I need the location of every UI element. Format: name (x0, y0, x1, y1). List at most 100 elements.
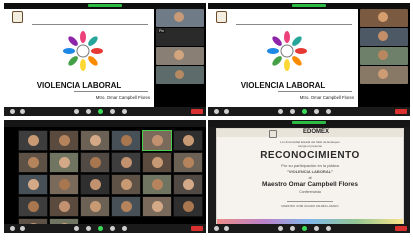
zoom-window-slide-1: VIOLENCIA LABORAL Mtro. Omar Campbell Fl… (4, 3, 206, 116)
participant-tile[interactable] (173, 130, 203, 151)
record-icon[interactable] (110, 226, 115, 231)
participant-face (378, 69, 388, 79)
participant-tile[interactable] (142, 130, 172, 151)
participant-face (183, 157, 194, 168)
mute-icon[interactable] (10, 226, 15, 231)
rosette-petal (68, 56, 78, 66)
participant-video[interactable] (360, 9, 408, 27)
chat-icon[interactable] (86, 109, 91, 114)
zoom-top-bar (208, 120, 410, 127)
rosette-petal (292, 36, 302, 46)
participant-tile[interactable] (173, 174, 203, 195)
slide-divider (236, 24, 352, 25)
record-icon[interactable] (110, 109, 115, 114)
rosette-ring (76, 44, 90, 58)
participant-face (28, 201, 39, 212)
participant-tile[interactable] (173, 196, 203, 217)
participant-tile[interactable] (18, 174, 48, 195)
certificate-to: al (308, 175, 312, 180)
participant-face (378, 50, 388, 60)
participant-tile[interactable] (18, 152, 48, 173)
reactions-icon[interactable] (326, 226, 331, 231)
shared-slide: VIOLENCIA LABORAL Mtro. Omar Campbell Fl… (208, 9, 358, 107)
record-icon[interactable] (314, 226, 319, 231)
rosette-petal (80, 31, 86, 43)
zoom-toolbar (4, 107, 206, 116)
chat-icon[interactable] (86, 226, 91, 231)
rosette-petal (267, 48, 279, 54)
participant-tile[interactable] (142, 152, 172, 173)
chat-icon[interactable] (290, 226, 295, 231)
participant-video[interactable] (360, 47, 408, 65)
mute-icon[interactable] (214, 109, 219, 114)
reactions-icon[interactable] (122, 109, 127, 114)
video-icon[interactable] (224, 109, 229, 114)
participant-face (121, 135, 132, 146)
participant-face (152, 201, 163, 212)
certificate-header-line-2: otorga el presente (297, 144, 323, 148)
participant-face (174, 50, 184, 60)
participant-tile[interactable] (111, 130, 141, 151)
end-button[interactable] (191, 109, 203, 114)
participant-tile[interactable] (49, 130, 79, 151)
participant-tile[interactable] (80, 174, 110, 195)
participant-face (90, 201, 101, 212)
participant-video[interactable] (360, 28, 408, 46)
participant-video[interactable] (156, 66, 204, 84)
participant-tile[interactable] (49, 196, 79, 217)
share-screen-icon[interactable] (98, 226, 103, 231)
share-screen-icon[interactable] (98, 109, 103, 114)
participant-face (152, 157, 163, 168)
state-seal-icon (216, 11, 227, 23)
participant-tile[interactable] (111, 174, 141, 195)
participant-face (28, 135, 39, 146)
video-icon[interactable] (20, 109, 25, 114)
end-button[interactable] (395, 226, 407, 231)
participant-tile[interactable] (80, 152, 110, 173)
sharing-indicator[interactable] (292, 4, 326, 7)
rosette-petal (63, 48, 75, 54)
share-screen-icon[interactable] (302, 226, 307, 231)
participant-tile[interactable] (18, 130, 48, 151)
end-button[interactable] (395, 109, 407, 114)
reactions-icon[interactable] (326, 109, 331, 114)
participants-icon[interactable] (74, 109, 79, 114)
mute-icon[interactable] (214, 226, 219, 231)
participant-tile[interactable] (111, 196, 141, 217)
participant-face (28, 179, 39, 190)
participant-tile[interactable] (173, 152, 203, 173)
participant-face (152, 179, 163, 190)
participant-video[interactable]: Pin (156, 28, 204, 46)
university-seal-icon (269, 130, 277, 138)
participant-tile[interactable] (80, 196, 110, 217)
participants-icon[interactable] (74, 226, 79, 231)
participant-tile[interactable] (80, 130, 110, 151)
record-icon[interactable] (314, 109, 319, 114)
participant-tile[interactable] (49, 174, 79, 195)
participant-tile[interactable] (111, 152, 141, 173)
share-screen-icon[interactable] (302, 109, 307, 114)
zoom-toolbar (208, 224, 410, 233)
participant-tile[interactable] (49, 152, 79, 173)
sharing-indicator[interactable] (88, 4, 122, 7)
end-button[interactable] (191, 226, 203, 231)
participants-icon[interactable] (278, 226, 283, 231)
participant-video[interactable] (156, 47, 204, 65)
participant-video[interactable] (360, 66, 408, 84)
certificate-role: Conferencista (299, 190, 321, 194)
video-icon[interactable] (224, 226, 229, 231)
video-icon[interactable] (20, 226, 25, 231)
participant-video[interactable] (156, 9, 204, 27)
rosette-petal (295, 48, 307, 54)
zoom-window-certificate: EDOMÉX La Universidad Estatal del Valle … (208, 120, 410, 233)
rosette-petal (272, 36, 282, 46)
participant-tile[interactable] (142, 174, 172, 195)
sharing-indicator[interactable] (292, 121, 326, 124)
reactions-icon[interactable] (122, 226, 127, 231)
participant-face (28, 157, 39, 168)
chat-icon[interactable] (290, 109, 295, 114)
participant-tile[interactable] (18, 196, 48, 217)
participant-tile[interactable] (142, 196, 172, 217)
mute-icon[interactable] (10, 109, 15, 114)
participants-icon[interactable] (278, 109, 283, 114)
